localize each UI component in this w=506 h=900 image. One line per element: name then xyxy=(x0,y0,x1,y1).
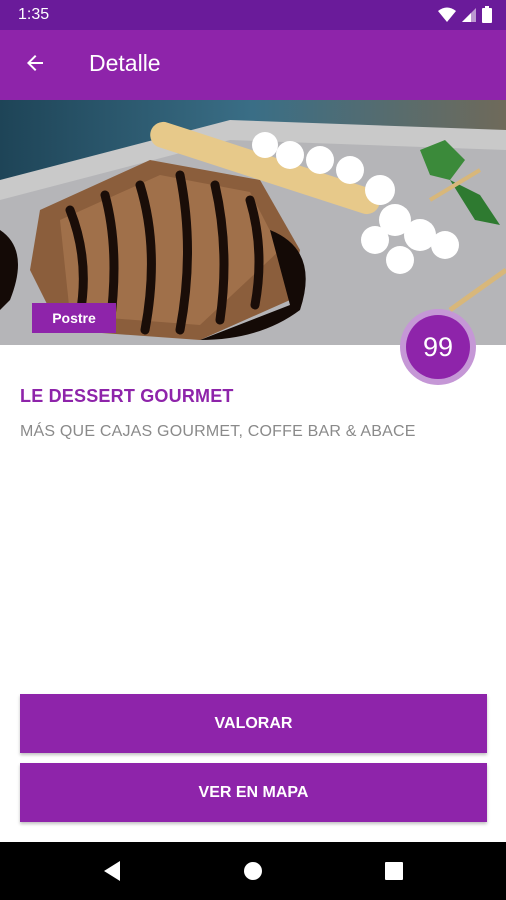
category-badge: Postre xyxy=(32,303,116,333)
back-button[interactable] xyxy=(14,44,56,86)
place-name: LE DESSERT GOURMET xyxy=(20,386,234,406)
recents-square-icon[interactable] xyxy=(382,859,406,883)
back-triangle-icon[interactable] xyxy=(100,859,124,883)
system-nav-bar xyxy=(0,842,506,900)
page-title: Detalle xyxy=(89,50,161,76)
arrow-left-icon xyxy=(23,51,47,80)
rate-button[interactable]: VALORAR xyxy=(20,694,487,753)
home-circle-icon[interactable] xyxy=(241,859,265,883)
view-map-button[interactable]: VER EN MAPA xyxy=(20,763,487,822)
score-badge: 99 xyxy=(406,315,470,379)
app-bar: Detalle xyxy=(0,30,506,100)
status-time: 1:35 xyxy=(18,6,50,23)
wifi-icon xyxy=(438,7,456,28)
signal-icon xyxy=(462,7,476,28)
status-icons xyxy=(438,6,492,28)
battery-icon xyxy=(482,6,492,28)
status-bar: 1:35 xyxy=(0,0,506,30)
place-description: MÁS QUE CAJAS GOURMET, COFFE BAR & ABACE xyxy=(20,423,416,440)
